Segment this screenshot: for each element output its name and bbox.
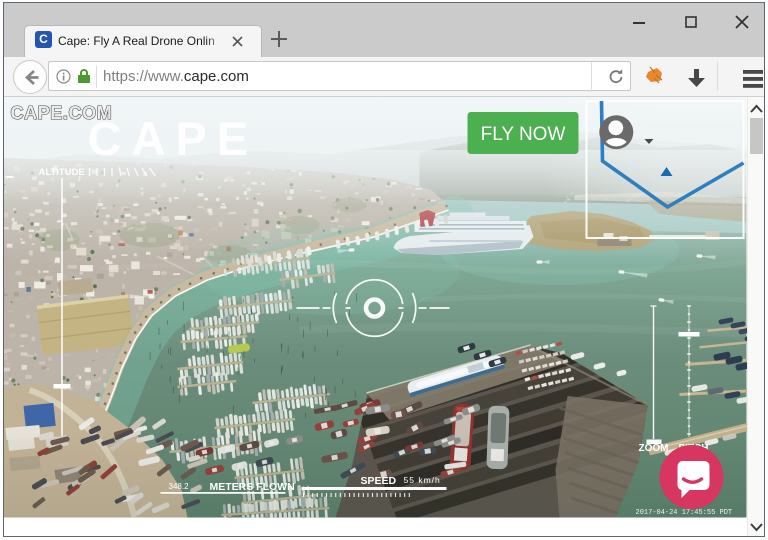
svg-text:ALTITUDE: ALTITUDE (39, 167, 85, 178)
svg-text:55 km/h: 55 km/h (404, 475, 441, 485)
svg-text:2017-04-24 17:45:55 PDT: 2017-04-24 17:45:55 PDT (636, 509, 733, 517)
svg-text:ZOOM: ZOOM (639, 443, 669, 454)
svg-text:METERS FLOWN: METERS FLOWN (210, 481, 295, 493)
svg-text:FLY NOW: FLY NOW (481, 124, 566, 145)
svg-text:CAPE: CAPE (88, 112, 259, 165)
svg-text:348.2: 348.2 (169, 482, 190, 491)
svg-text:SPEED: SPEED (361, 475, 397, 487)
